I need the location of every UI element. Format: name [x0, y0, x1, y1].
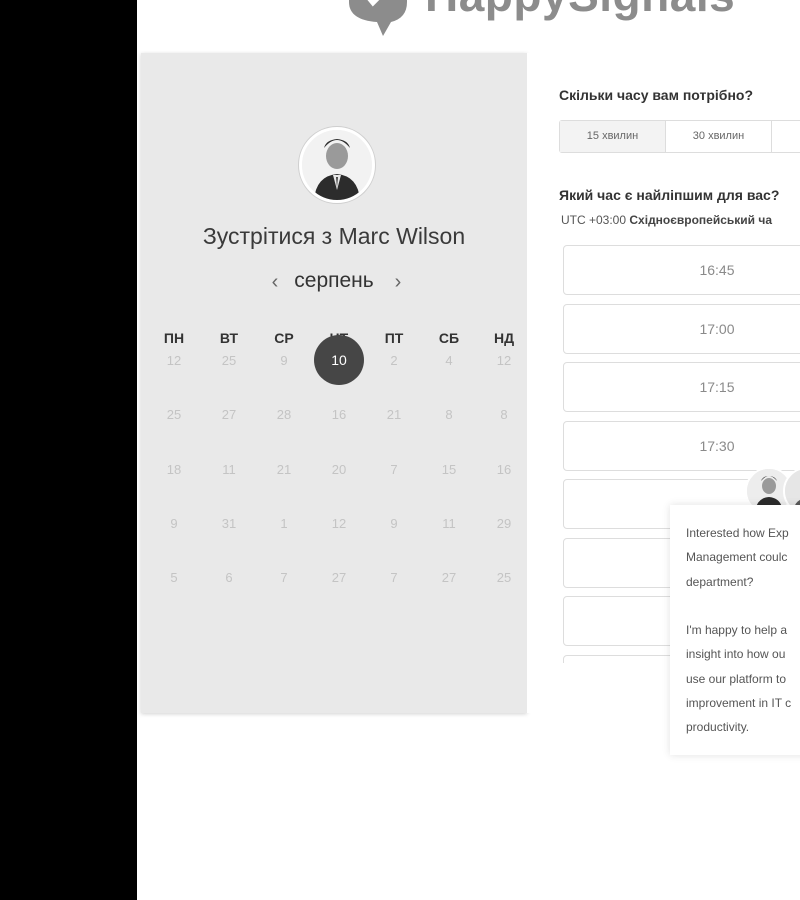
chat-message-line: insight into how ou	[686, 647, 786, 662]
duration-question: Скільки часу вам потрібно?	[559, 87, 754, 103]
calendar-day[interactable]: 25	[154, 405, 194, 425]
calendar-day[interactable]: 15	[429, 460, 469, 480]
page: HappySignals Зустрітися з Marc Wilson ‹ …	[137, 0, 800, 900]
calendar-day[interactable]: 27	[319, 568, 359, 588]
calendar-day[interactable]: 8	[429, 405, 469, 425]
calendar-day[interactable]: 16	[484, 460, 524, 480]
chat-message-line: Management coulc	[686, 550, 788, 565]
calendar-day[interactable]: 28	[264, 405, 304, 425]
calendar-day[interactable]: 6	[209, 568, 249, 588]
calendar-day[interactable]: 9	[154, 514, 194, 534]
meeting-title: Зустрітися з Marc Wilson	[202, 223, 466, 249]
chat-message-line	[686, 594, 800, 618]
calendar-day[interactable]: 9	[374, 514, 414, 534]
calendar-day[interactable]: 27	[429, 568, 469, 588]
calendar-day[interactable]: 12	[484, 351, 524, 371]
weekday-label: СР	[274, 330, 294, 346]
time-slot[interactable]: 17:00	[563, 303, 800, 354]
calendar-day[interactable]: 12	[154, 351, 194, 371]
calendar-day[interactable]: 31	[209, 514, 249, 534]
time-slot[interactable]: 16:45	[563, 245, 800, 295]
chevron-right-icon[interactable]: ›	[388, 271, 408, 294]
calendar-day[interactable]: 12	[319, 514, 359, 534]
calendar-day[interactable]: 2	[374, 351, 414, 371]
left-black-bar	[0, 0, 137, 900]
chat-message-line: I'm happy to help a	[686, 623, 788, 638]
calendar-day[interactable]: 27	[209, 405, 249, 425]
weekday-label: НД	[493, 330, 515, 346]
time-slot-label: 17:30	[699, 437, 735, 454]
weekday-label: СБ	[438, 330, 460, 346]
calendar-day[interactable]: 18	[154, 460, 194, 480]
calendar-day[interactable]: 11	[209, 460, 249, 480]
happysignals-logo: HappySignals	[343, 0, 743, 38]
weekday-label: ПН	[163, 330, 185, 346]
calendar-day[interactable]: 29	[484, 514, 524, 534]
weekday-label: ВТ	[219, 330, 239, 346]
calendar-day[interactable]: 11	[429, 514, 469, 534]
time-slot-label: 17:15	[699, 379, 735, 395]
calendar-day[interactable]: 21	[264, 460, 304, 480]
calendar-day[interactable]: 7	[264, 568, 304, 588]
selected-day[interactable]: 10	[314, 335, 364, 385]
weekday-label: ПТ	[384, 330, 404, 346]
calendar-day[interactable]: 7	[374, 460, 414, 480]
chat-message-line: Interested how Exp	[686, 526, 789, 540]
logo-text: HappySignals	[425, 0, 735, 18]
calendar-day[interactable]: 5	[154, 568, 194, 588]
calendar-day[interactable]: 9	[264, 351, 304, 371]
person-photo-icon	[302, 130, 372, 200]
duration-option[interactable]: 30 хвилин	[666, 121, 772, 152]
logo-speech-bubble-icon	[349, 0, 407, 36]
chat-message-line: improvement in IT c	[686, 696, 792, 711]
month-navigator: ‹ серпень ›	[141, 269, 527, 299]
month-label: серпень	[294, 269, 374, 292]
time-slot[interactable]: 17:30	[563, 420, 800, 471]
calendar-day[interactable]: 1	[264, 514, 304, 534]
calendar-day[interactable]: 21	[374, 405, 414, 425]
timezone-label: UTC +03:00 Східноєвропейський ча	[561, 213, 772, 227]
chat-message-line: use our platform to	[686, 671, 787, 686]
calendar-day[interactable]: 25	[209, 351, 249, 371]
time-slot[interactable]: 17:15	[563, 362, 800, 412]
timezone-offset: UTC +03:00	[561, 213, 627, 227]
chat-message-line: department?	[686, 574, 754, 589]
host-avatar	[299, 127, 375, 203]
calendar-panel: Зустрітися з Marc Wilson ‹ серпень › ПН В…	[141, 53, 527, 713]
chat-popup[interactable]: Interested how Exp Management coulc depart…	[670, 505, 800, 755]
duration-option[interactable]: 15 хвилин	[560, 121, 666, 152]
calendar-day[interactable]: 16	[319, 405, 359, 425]
time-slot-label: 16:45	[699, 262, 735, 278]
time-question: Який час є найліпшим для вас?	[559, 187, 780, 203]
calendar-day[interactable]: 25	[484, 568, 524, 588]
timezone-name: Східноєвропейський ча	[629, 213, 773, 227]
calendar-day[interactable]: 20	[319, 460, 359, 480]
time-slot-label: 17:00	[699, 320, 735, 337]
duration-option[interactable]	[772, 121, 800, 152]
calendar-day[interactable]: 7	[374, 568, 414, 588]
duration-selector: 15 хвилин 30 хвилин	[559, 120, 800, 153]
chat-message-line: productivity.	[686, 720, 750, 735]
calendar-day[interactable]: 8	[484, 405, 524, 425]
calendar-day[interactable]: 4	[429, 351, 469, 371]
